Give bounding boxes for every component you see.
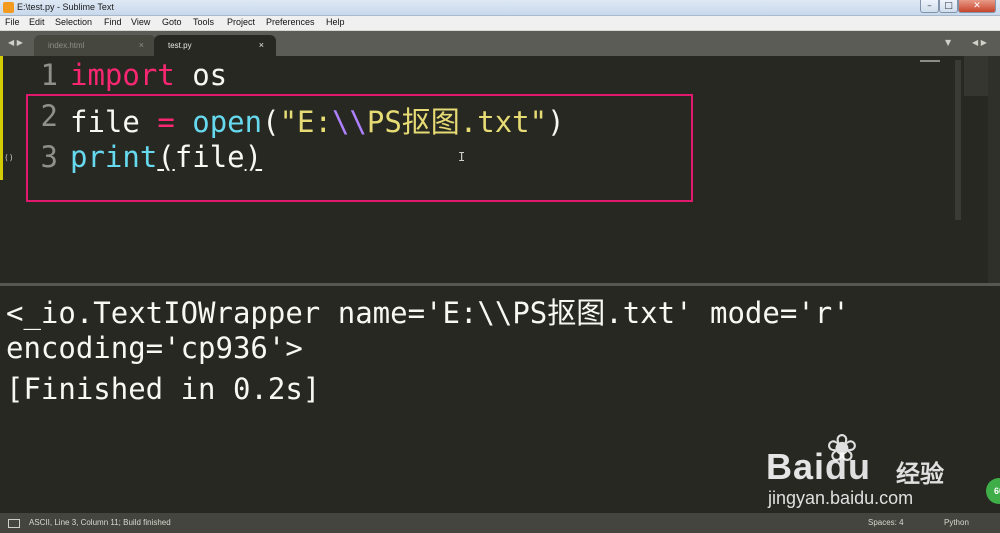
menu-bar: File Edit Selection Find View Goto Tools…: [0, 16, 1000, 31]
tab-close-icon[interactable]: ×: [259, 40, 264, 50]
menu-project[interactable]: Project: [227, 17, 255, 27]
text-cursor-icon: I: [458, 150, 466, 164]
baidu-jingyan-watermark: ❀ Baidu 经验 jingyan.baidu.com: [766, 426, 1000, 516]
watermark-url: jingyan.baidu.com: [768, 488, 914, 508]
minimap[interactable]: [920, 60, 940, 62]
minimap-viewport[interactable]: [964, 56, 988, 96]
tab-list-dropdown-icon[interactable]: ▼: [945, 38, 951, 47]
keyword-token: import: [70, 58, 175, 92]
status-bar: ASCII, Line 3, Column 11; Build finished…: [0, 513, 1000, 533]
maximize-button[interactable]: □: [939, 0, 958, 13]
code-editor[interactable]: () 1 2 3 import os file = open("E:\\PS抠图…: [0, 56, 1000, 283]
window-title: E:\test.py - Sublime Text: [17, 2, 114, 12]
status-message: ASCII, Line 3, Column 11; Build finished: [29, 518, 171, 527]
watermark-brand: Baidu: [766, 446, 871, 488]
tab-nav-arrows-icon[interactable]: ◀ ▶: [8, 38, 23, 47]
tab-test-py[interactable]: test.py ×: [154, 35, 276, 56]
output-line: [Finished in 0.2s]: [6, 372, 321, 406]
menu-goto[interactable]: Goto: [162, 17, 182, 27]
minimize-button[interactable]: –: [920, 0, 939, 13]
menu-file[interactable]: File: [5, 17, 20, 27]
tab-right-nav-arrows-icon[interactable]: ◀ ▶: [972, 38, 987, 47]
panel-toggle-icon[interactable]: [8, 519, 20, 528]
tab-label: index.html: [48, 41, 85, 50]
watermark-brand-bai: Bai: [766, 446, 826, 487]
menu-view[interactable]: View: [131, 17, 150, 27]
line-number: 1: [40, 58, 58, 92]
sublime-app-icon: [3, 2, 14, 13]
output-line: <_io.TextIOWrapper name='E:\\PS抠图.txt' m…: [6, 296, 850, 330]
menu-tools[interactable]: Tools: [193, 17, 214, 27]
close-button[interactable]: ✕: [958, 0, 996, 13]
identifier-token: os: [174, 58, 228, 92]
syntax-setting[interactable]: Python: [944, 518, 969, 527]
tab-index-html[interactable]: index.html ×: [34, 35, 156, 56]
code-line-1: import os: [70, 58, 227, 92]
watermark-brand-cn: 经验: [896, 460, 944, 488]
menu-selection[interactable]: Selection: [55, 17, 92, 27]
menu-find[interactable]: Find: [104, 17, 122, 27]
vertical-scrollbar[interactable]: [988, 56, 1000, 283]
tab-label: test.py: [168, 41, 192, 50]
annotation-highlight-box: [26, 94, 693, 202]
menu-edit[interactable]: Edit: [29, 17, 45, 27]
watermark-brand-du: du: [825, 446, 872, 487]
tab-bar: ◀ ▶ index.html × test.py × ▼ ◀ ▶: [0, 31, 1000, 56]
title-bar: E:\test.py - Sublime Text – □ ✕: [0, 0, 1000, 16]
editor-scrollbar[interactable]: [955, 60, 961, 220]
menu-preferences[interactable]: Preferences: [266, 17, 315, 27]
output-line: encoding='cp936'>: [6, 331, 303, 365]
indentation-setting[interactable]: Spaces: 4: [868, 518, 904, 527]
tab-close-icon[interactable]: ×: [139, 40, 144, 50]
menu-help[interactable]: Help: [326, 17, 345, 27]
